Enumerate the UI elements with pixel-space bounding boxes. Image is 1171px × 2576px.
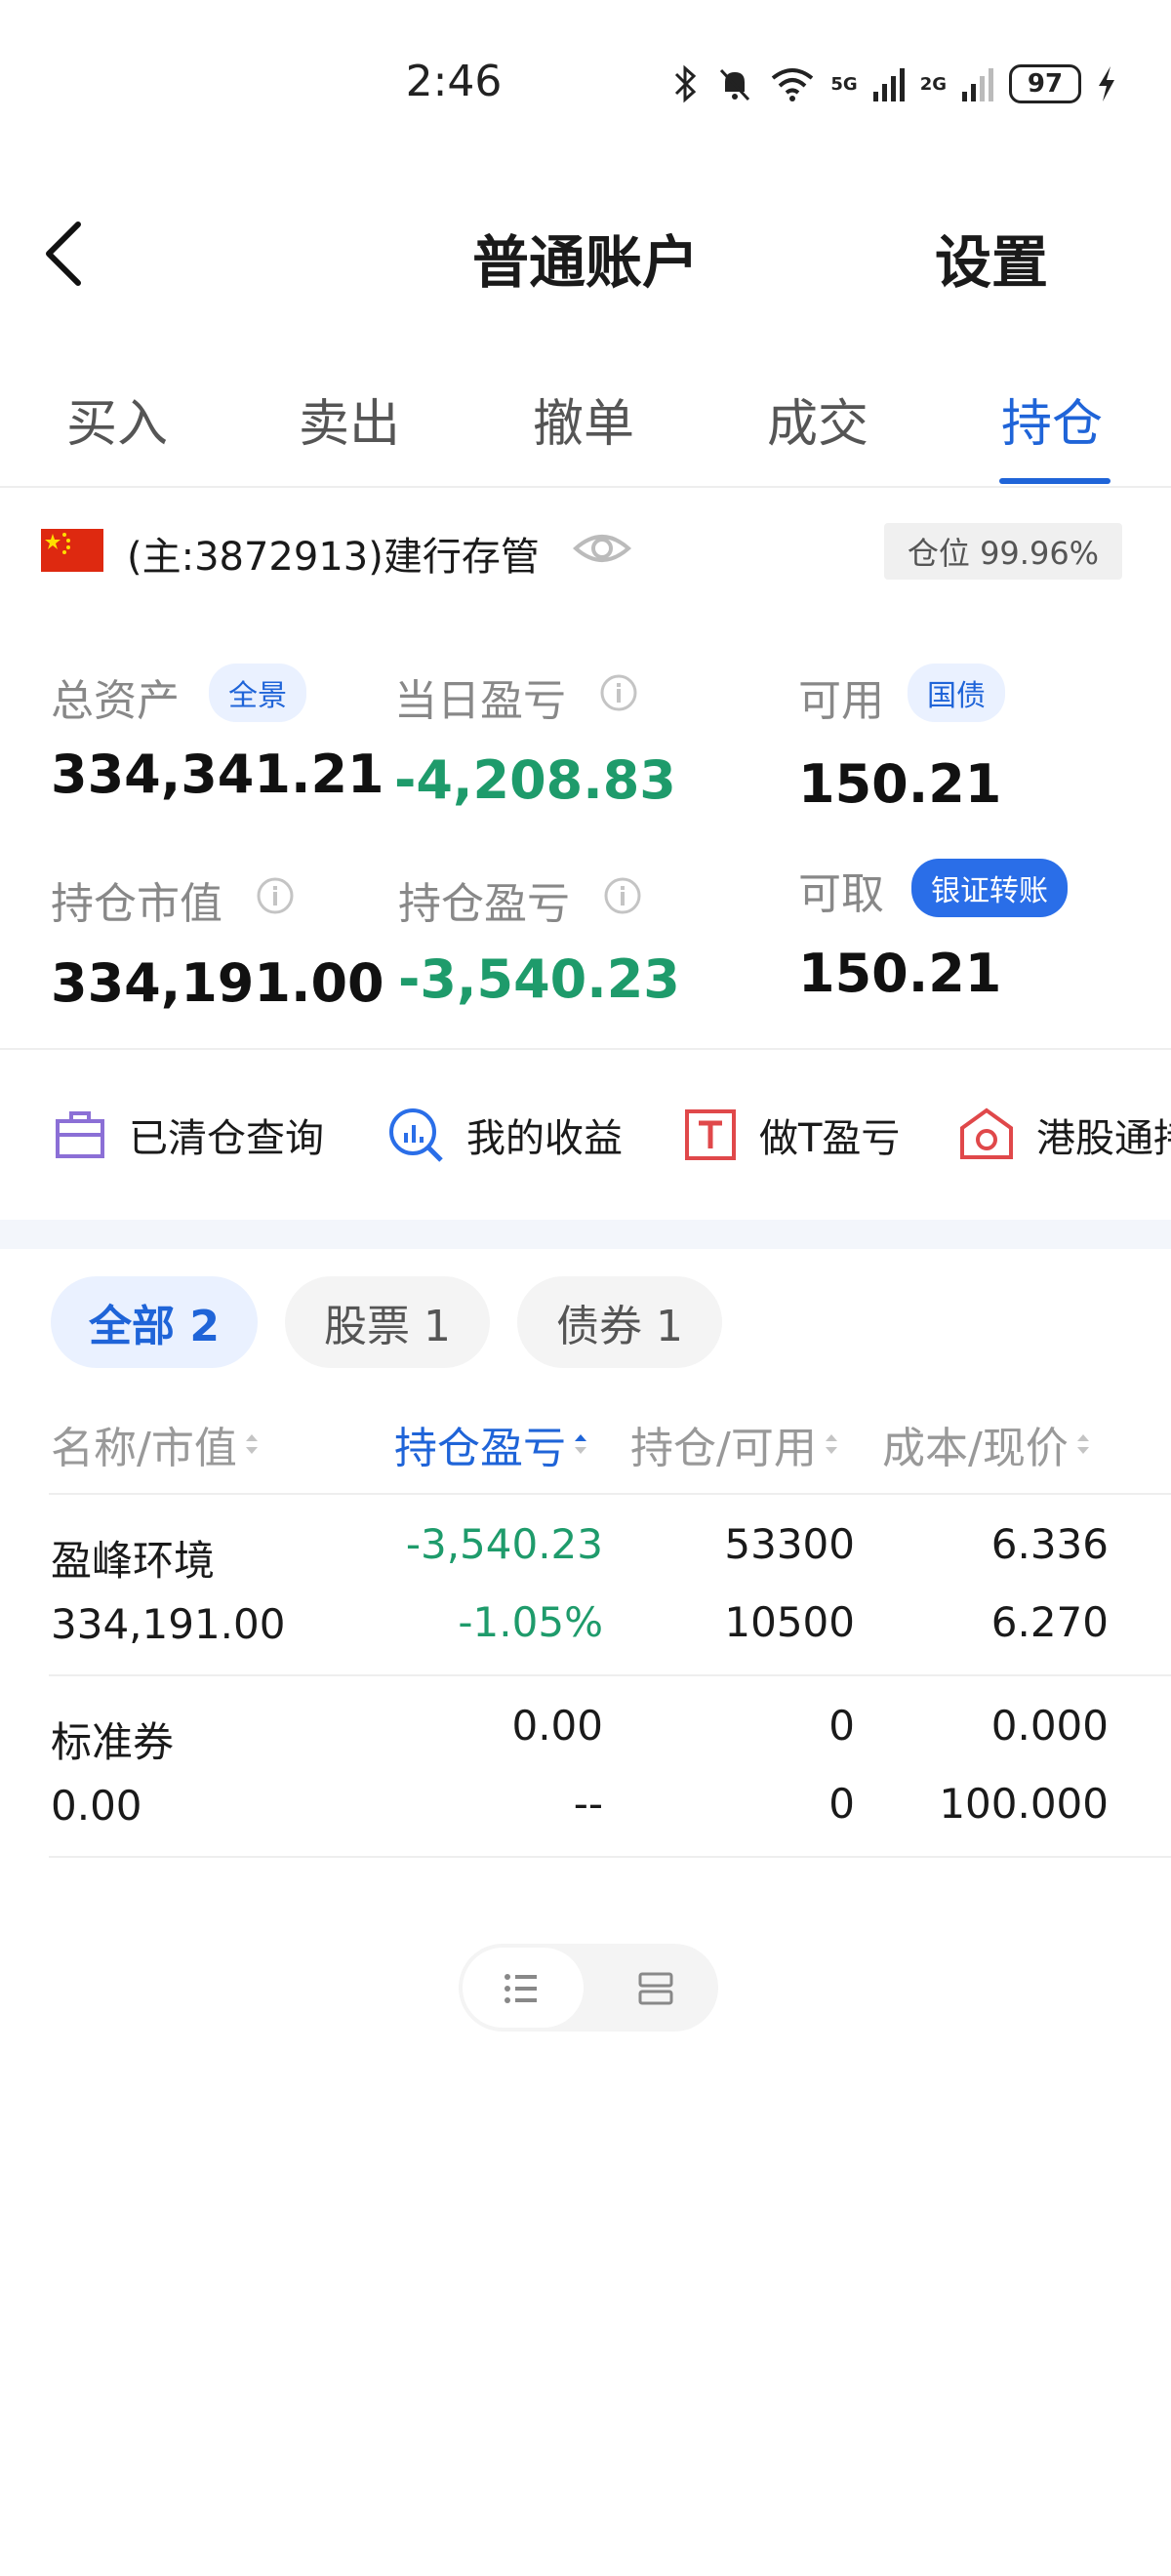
bluetooth-icon — [675, 64, 697, 103]
table-row[interactable]: 标准券 0.00 0.00 -- 0 0 0.000 100.000 — [0, 1676, 1171, 1856]
stock-name: 盈峰环境 — [51, 1537, 216, 1585]
stock-available: 10500 — [724, 1598, 855, 1646]
bond-pl: 0.00 — [511, 1702, 603, 1750]
bond-market-value: 0.00 — [51, 1782, 142, 1830]
section-separator — [0, 1220, 1171, 1249]
wifi-icon — [772, 68, 814, 101]
stock-pl-pct: -1.05% — [458, 1598, 603, 1646]
market-value-label: 持仓市值 — [51, 879, 222, 929]
search-chart-icon — [389, 1108, 443, 1162]
position-pl-label: 持仓盈亏 — [398, 879, 570, 929]
sort-icon — [245, 1434, 258, 1454]
header-cost-price[interactable]: 成本/现价 — [882, 1413, 1092, 1475]
info-icon[interactable] — [599, 673, 638, 712]
hk-connect-label: 港股通持 — [1036, 1116, 1171, 1161]
info-icon[interactable] — [256, 876, 295, 915]
t-trade-shortcut[interactable]: 做T盈亏 — [683, 1105, 900, 1165]
filter-all-chip[interactable]: 全部 2 — [51, 1276, 258, 1368]
sort-icon — [825, 1434, 837, 1454]
tab-buy[interactable]: 买入 — [66, 382, 168, 456]
bond-name: 标准券 — [51, 1718, 175, 1766]
available-value: 150.21 — [798, 753, 1002, 815]
tab-cancel[interactable]: 撤单 — [533, 382, 634, 456]
charging-icon — [1099, 66, 1114, 101]
my-earnings-label: 我的收益 — [466, 1116, 623, 1161]
cleared-positions-shortcut[interactable]: 已清仓查询 — [53, 1105, 324, 1165]
available-label: 可用 — [798, 676, 884, 726]
daily-pl-label: 当日盈亏 — [394, 676, 566, 726]
stats-divider — [0, 1048, 1171, 1050]
filter-stocks-chip[interactable]: 股票 1 — [285, 1276, 490, 1368]
briefcase-icon — [56, 1111, 104, 1158]
filter-bonds-chip[interactable]: 债券 1 — [517, 1276, 722, 1368]
treasury-tag-button[interactable]: 国债 — [908, 664, 1005, 722]
china-flag-icon — [41, 529, 103, 572]
header-hold-available[interactable]: 持仓/可用 — [630, 1413, 840, 1475]
cleared-positions-label: 已清仓查询 — [129, 1116, 324, 1161]
account-label[interactable]: (主:3872913)建行存管 — [127, 525, 540, 582]
bond-pl-pct: -- — [573, 1780, 603, 1828]
t-trade-label: 做T盈亏 — [759, 1116, 901, 1161]
header-position-pl[interactable]: 持仓盈亏 — [394, 1413, 589, 1475]
card-view-icon[interactable] — [636, 1969, 675, 2008]
tab-divider — [0, 486, 1171, 488]
bond-hold: 0 — [828, 1702, 855, 1750]
market-value-value: 334,191.00 — [51, 952, 384, 1014]
screen: 2:46 5G 2G 97 普通账户 设置 买入 卖出 撤单 成交 持仓 (主:… — [0, 0, 1171, 2576]
stock-cost: 6.336 — [990, 1520, 1109, 1568]
network-5g: 5G — [830, 73, 858, 95]
table-row[interactable]: 盈峰环境 334,191.00 -3,540.23 -1.05% 53300 1… — [0, 1495, 1171, 1674]
my-earnings-shortcut[interactable]: 我的收益 — [386, 1105, 623, 1165]
status-icons: 5G 2G 97 — [672, 60, 1116, 107]
bond-cost: 0.000 — [990, 1702, 1109, 1750]
total-assets-label: 总资产 — [51, 676, 180, 726]
stock-pl: -3,540.23 — [405, 1520, 603, 1568]
stock-hold: 53300 — [724, 1520, 855, 1568]
tab-indicator — [999, 478, 1110, 484]
sort-icon — [1076, 1434, 1089, 1454]
network-2g: 2G — [919, 73, 947, 95]
tab-deals[interactable]: 成交 — [767, 382, 868, 456]
bond-available: 0 — [828, 1780, 855, 1828]
mute-bell-icon — [720, 68, 750, 101]
stock-price: 6.270 — [990, 1598, 1109, 1646]
bank-transfer-button[interactable]: 银证转账 — [911, 859, 1068, 917]
tab-sell[interactable]: 卖出 — [299, 382, 400, 456]
withdrawable-value: 150.21 — [798, 943, 1002, 1004]
battery-indicator: 97 — [1009, 64, 1081, 103]
stock-market-value: 334,191.00 — [51, 1600, 286, 1648]
hk-flower-icon — [960, 1107, 1013, 1159]
list-icon — [505, 1974, 537, 2003]
info-icon[interactable] — [603, 876, 642, 915]
position-ratio-badge: 仓位 99.96% — [884, 523, 1122, 580]
withdrawable-label: 可取 — [798, 869, 884, 919]
signal-icon-1 — [872, 68, 905, 101]
sort-asc-icon — [575, 1434, 586, 1454]
tab-positions[interactable]: 持仓 — [1001, 382, 1103, 456]
t-box-icon — [685, 1109, 736, 1160]
panorama-tag-button[interactable]: 全景 — [209, 664, 306, 722]
signal-icon-2 — [962, 68, 993, 101]
hk-connect-shortcut[interactable]: 港股通持 — [958, 1105, 1171, 1165]
eye-icon[interactable] — [572, 523, 632, 574]
daily-pl-value: -4,208.83 — [394, 749, 676, 811]
total-assets-value: 334,341.21 — [51, 744, 384, 805]
header-name-value[interactable]: 名称/市值 — [51, 1413, 261, 1475]
settings-button[interactable]: 设置 — [935, 217, 1048, 299]
bond-price: 100.000 — [939, 1780, 1109, 1828]
row-divider — [49, 1856, 1171, 1858]
position-pl-value: -3,540.23 — [398, 948, 680, 1010]
